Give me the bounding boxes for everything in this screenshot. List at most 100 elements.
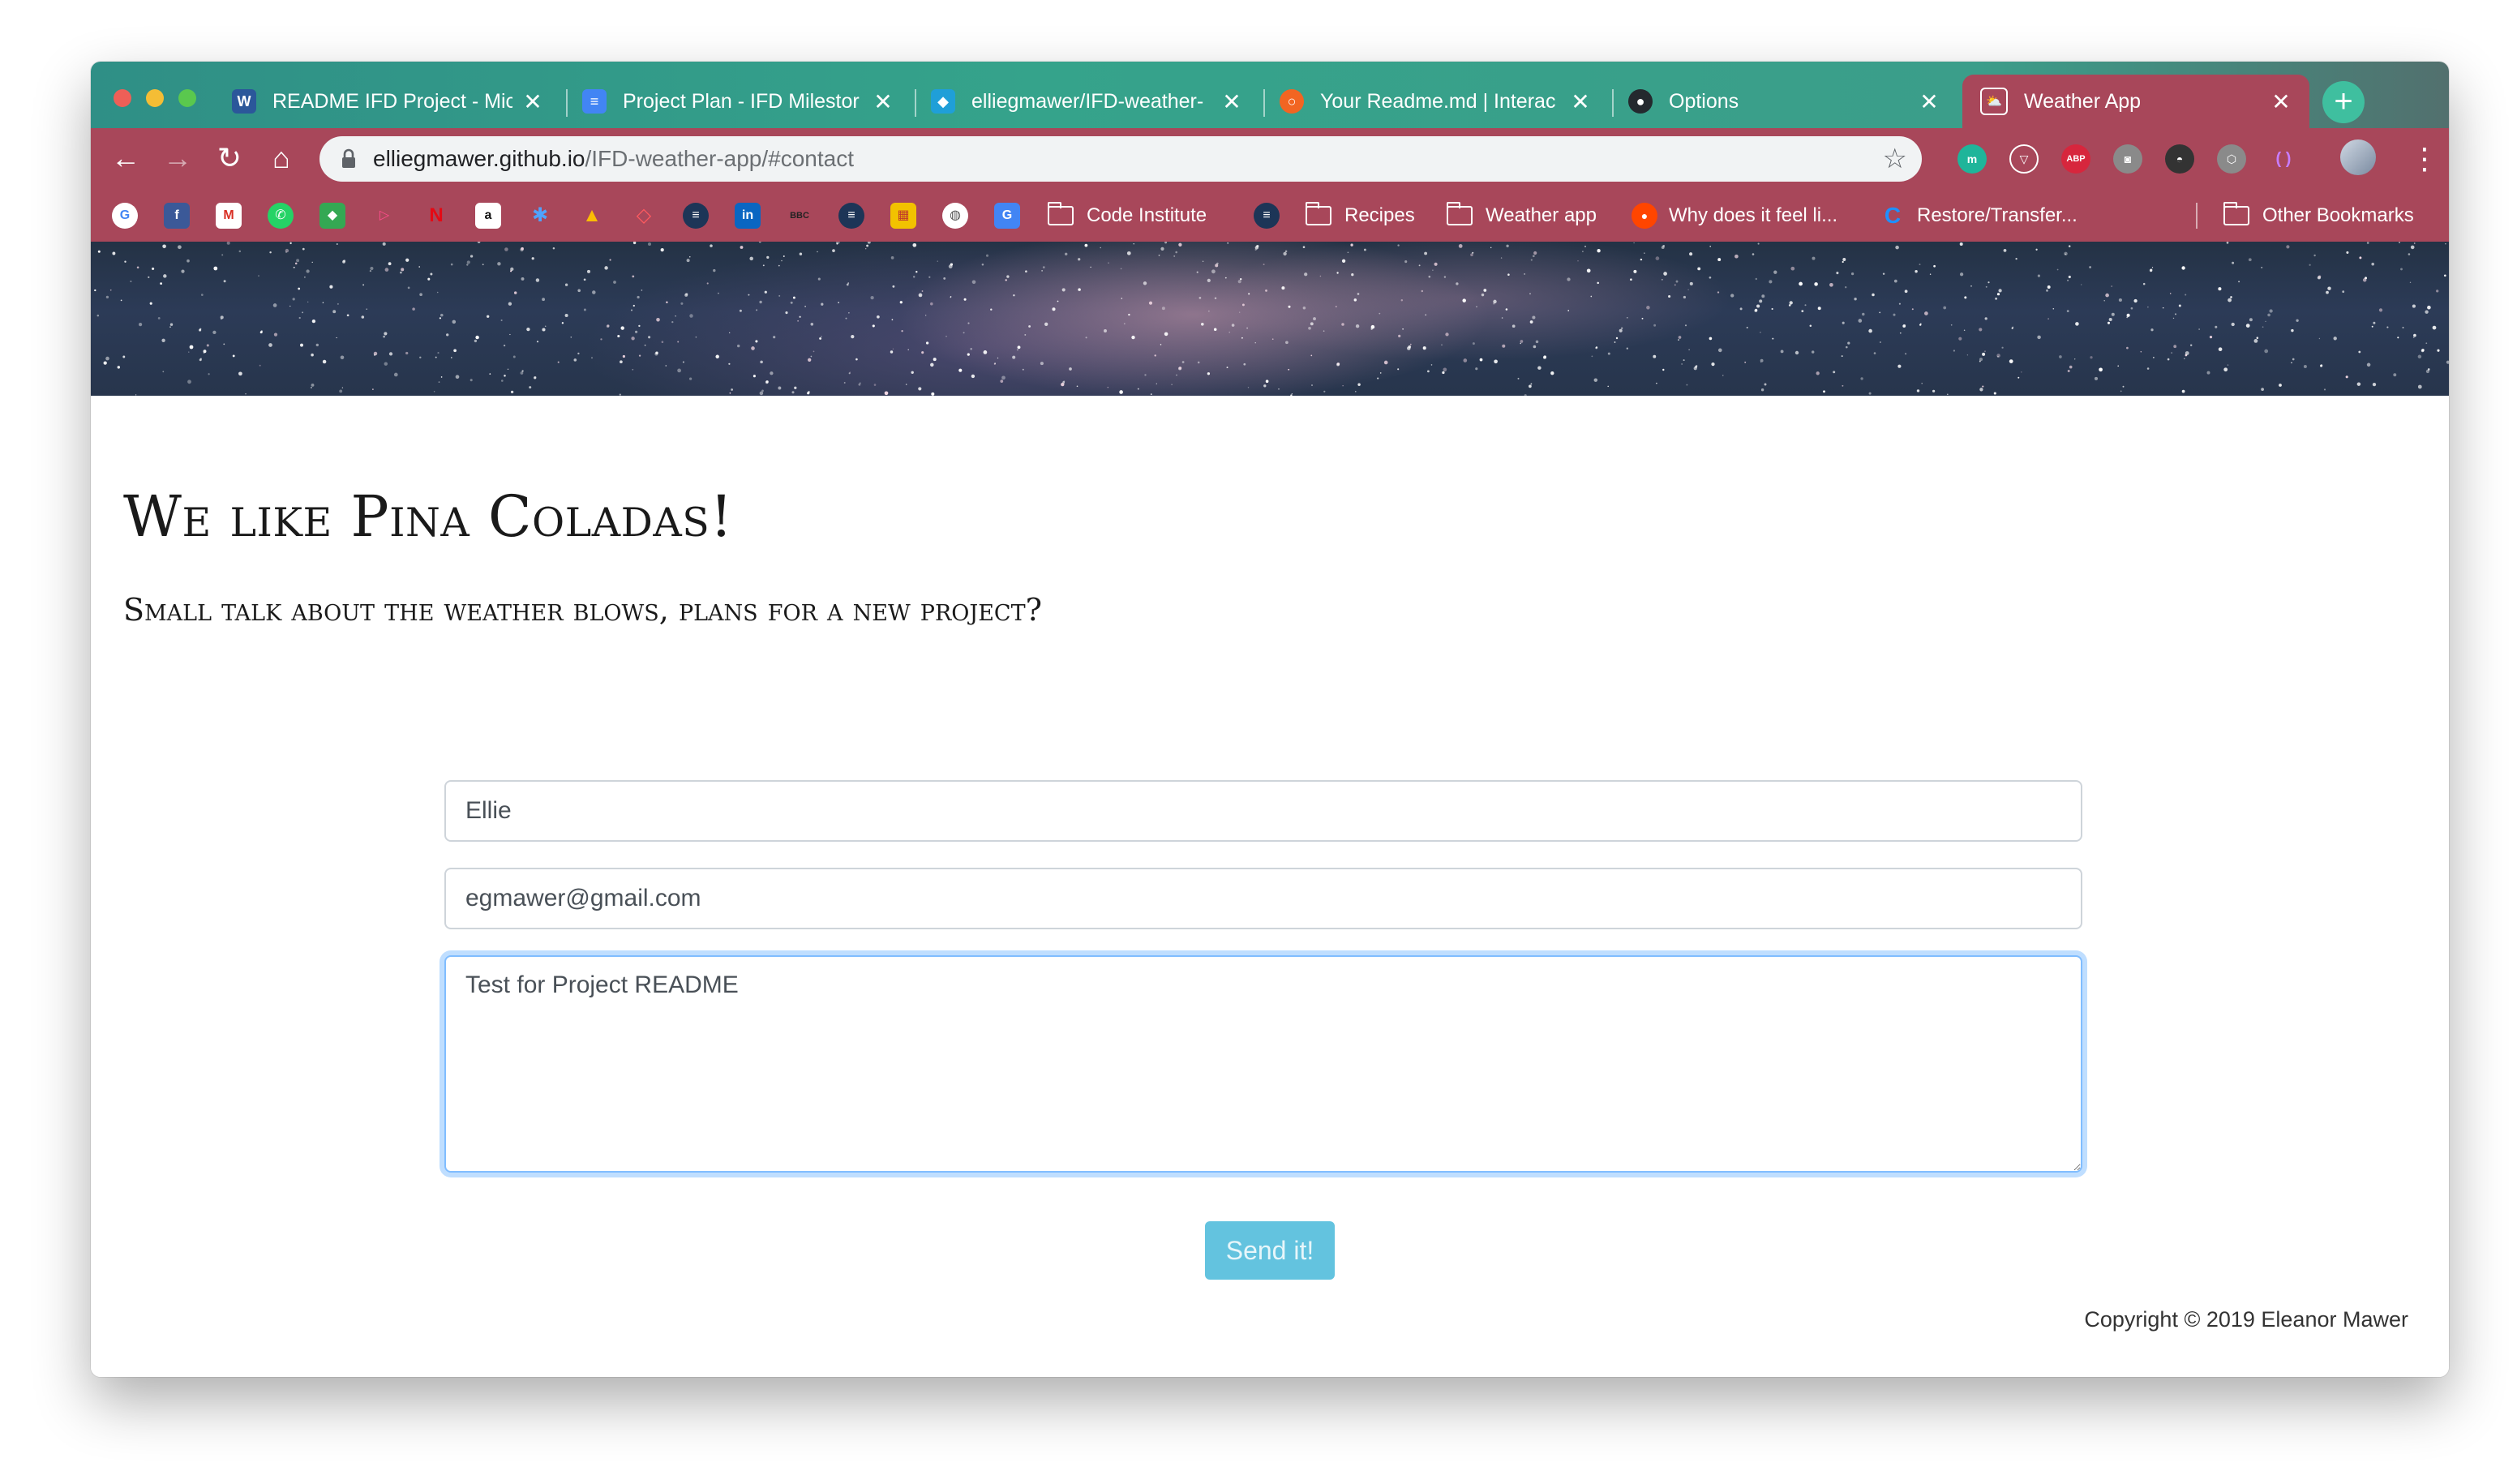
star: [583, 278, 586, 281]
profile-avatar[interactable]: [2340, 139, 2376, 175]
reload-icon[interactable]: ↻: [209, 138, 250, 178]
star: [1241, 337, 1243, 339]
rail-bookmark-icon[interactable]: ≡: [683, 203, 709, 229]
netflix-bookmark-icon[interactable]: N: [423, 203, 449, 229]
star: [1357, 293, 1360, 295]
star: [1404, 260, 1408, 264]
star: [1013, 294, 1015, 297]
minimize-window-button[interactable]: [146, 89, 164, 107]
star: [1929, 273, 1932, 275]
star: [1335, 306, 1337, 307]
maps-bookmark-icon[interactable]: ◆: [319, 203, 345, 229]
tab-weather-app[interactable]: ⛅ Weather App ✕: [1962, 75, 2309, 128]
globe-bookmark-icon[interactable]: ◍: [942, 203, 968, 229]
home-icon[interactable]: ⌂: [261, 138, 302, 178]
star: [1350, 243, 1353, 247]
star: [2122, 385, 2125, 388]
new-tab-button[interactable]: +: [2322, 81, 2365, 123]
lego-bookmark-icon[interactable]: ▦: [890, 203, 916, 229]
tab-close-icon[interactable]: ✕: [1917, 88, 1941, 115]
star: [846, 283, 849, 286]
bookmark-reddit-post[interactable]: ● Why does it feel li...: [1632, 201, 1837, 230]
star: [1409, 343, 1412, 345]
bbc-bookmark-icon[interactable]: BBC: [787, 203, 813, 229]
facebook-bookmark-icon[interactable]: f: [164, 203, 190, 229]
star: [2146, 367, 2150, 370]
translate-bookmark-icon[interactable]: G: [994, 203, 1020, 229]
star: [362, 284, 365, 286]
star: [1355, 391, 1357, 392]
tab-readme-word[interactable]: W README IFD Project - Mic ✕: [214, 75, 561, 128]
tab-readme-md[interactable]: ○ Your Readme.md | Interac ✕: [1262, 75, 1609, 128]
bookmark-code-institute[interactable]: Code Institute: [1048, 201, 1207, 230]
star: [1263, 384, 1267, 388]
play-bookmark-icon[interactable]: ▷: [371, 203, 397, 229]
star: [1542, 355, 1546, 359]
star: [1198, 297, 1202, 299]
star: [1421, 290, 1424, 293]
send-button[interactable]: Send it!: [1205, 1221, 1335, 1280]
spy-extension-icon[interactable]: ◓: [2165, 144, 2194, 174]
rail-bookmark-icon-3[interactable]: ≡: [1254, 203, 1280, 229]
star: [289, 242, 292, 245]
whatsapp-bookmark-icon[interactable]: ✆: [268, 203, 294, 229]
bookmark-star-icon[interactable]: ☆: [1883, 143, 1907, 175]
tab-close-icon[interactable]: ✕: [521, 88, 545, 115]
gmail-bookmark-icon[interactable]: M: [216, 203, 242, 229]
address-bar[interactable]: elliegmawer.github.io/IFD-weather-app/#c…: [319, 136, 1922, 182]
google-bookmark-icon[interactable]: G: [112, 203, 138, 229]
menu-kebab-icon[interactable]: ⋮: [2410, 139, 2439, 178]
bookmark-recipes[interactable]: Recipes: [1306, 201, 1415, 230]
bookmark-restore-transfer[interactable]: C Restore/Transfer...: [1880, 201, 2077, 230]
star: [2075, 322, 2079, 326]
name-input[interactable]: [444, 780, 2082, 842]
star: [2174, 313, 2177, 315]
star: [2436, 290, 2439, 293]
tab-github-repo[interactable]: ◆ elliegmawer/IFD-weather- ✕: [913, 75, 1260, 128]
back-arrow-icon[interactable]: ←: [105, 138, 146, 178]
star: [1397, 368, 1400, 371]
star: [2427, 305, 2431, 310]
star: [526, 327, 530, 332]
bookmark-other-bookmarks[interactable]: Other Bookmarks: [2223, 201, 2414, 230]
cube-extension-icon[interactable]: ⬡: [2217, 144, 2246, 174]
star: [1533, 345, 1537, 349]
star: [2309, 264, 2311, 266]
star: [500, 380, 504, 382]
tab-close-icon[interactable]: ✕: [1220, 88, 1244, 115]
close-window-button[interactable]: [114, 89, 131, 107]
star: [918, 293, 923, 298]
adblock-plus-icon[interactable]: ABP: [2061, 144, 2090, 174]
star: [921, 290, 924, 292]
m-extension-icon[interactable]: m: [1957, 144, 1987, 174]
star: [843, 382, 846, 384]
star: [1406, 346, 1411, 350]
drive-bookmark-icon[interactable]: ▲: [579, 203, 605, 229]
star: [435, 356, 437, 358]
camera-extension-icon[interactable]: ◙: [2113, 144, 2142, 174]
star: [2142, 282, 2146, 285]
star: [2052, 308, 2055, 310]
star: [718, 292, 719, 294]
tab-options[interactable]: ● Options ✕: [1610, 75, 1957, 128]
forward-arrow-icon[interactable]: →: [157, 138, 198, 178]
rail-bookmark-icon-2[interactable]: ≡: [838, 203, 864, 229]
amazon-bookmark-icon[interactable]: a: [475, 203, 501, 229]
tab-close-icon[interactable]: ✕: [2269, 88, 2293, 115]
bookmark-weather-app[interactable]: Weather app: [1447, 201, 1597, 230]
gear-bookmark-icon[interactable]: ✱: [527, 203, 553, 229]
message-textarea[interactable]: Test for Project README: [444, 955, 2082, 1173]
tab-close-icon[interactable]: ✕: [871, 88, 895, 115]
url-text: elliegmawer.github.io/IFD-weather-app/#c…: [373, 146, 854, 172]
star: [1532, 315, 1536, 320]
zoom-window-button[interactable]: [178, 89, 196, 107]
brackets-extension-icon[interactable]: ( ): [2269, 144, 2298, 174]
tab-close-icon[interactable]: ✕: [1568, 88, 1593, 115]
star: [845, 317, 847, 320]
tab-project-plan[interactable]: ≡ Project Plan - IFD Milestor ✕: [564, 75, 911, 128]
email-input[interactable]: [444, 868, 2082, 929]
airbnb-bookmark-icon[interactable]: ◇: [631, 203, 657, 229]
star: [778, 264, 780, 267]
linkedin-bookmark-icon[interactable]: in: [735, 203, 761, 229]
shield-extension-icon[interactable]: ▽: [2009, 144, 2039, 174]
